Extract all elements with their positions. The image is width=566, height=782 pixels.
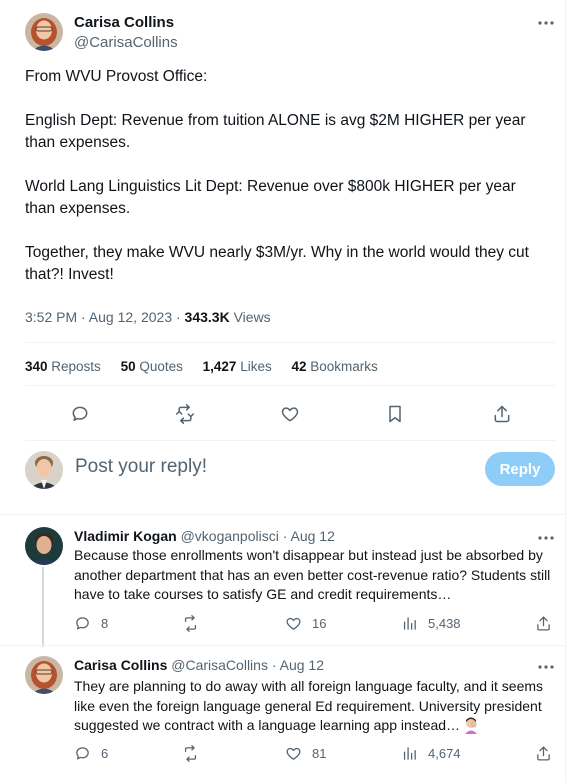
like-icon[interactable] <box>276 400 304 428</box>
reply-share-action[interactable] <box>535 615 552 632</box>
author-handle[interactable]: @CarisaCollins <box>74 34 178 51</box>
tweet-action-bar <box>25 400 550 428</box>
tweet-text: From WVU Provost Office: English Dept: R… <box>25 66 545 286</box>
reply-author[interactable]: Vladimir Kogan @vkoganpolisci · Aug 12 <box>74 528 335 544</box>
reply-comment-action[interactable]: 8 <box>74 615 108 632</box>
person-facepalming-icon <box>465 717 478 734</box>
reply-avatar[interactable] <box>25 656 63 694</box>
reply-text: Because those enrollments won't disappea… <box>74 547 551 602</box>
bookmark-icon[interactable] <box>381 400 409 428</box>
reply-author-name: Carisa Collins <box>74 657 168 673</box>
views-icon <box>403 747 416 760</box>
reply-input[interactable]: Post your reply! <box>75 456 207 478</box>
reply-text: They are planning to do away with all fo… <box>74 677 556 736</box>
tweet-meta: 3:52 PM · Aug 12, 2023 · 343.3K Views <box>25 309 271 325</box>
reply-icon[interactable] <box>66 400 94 428</box>
reply-action-bar: 6 81 4,674 <box>74 745 554 763</box>
tweet-paragraph: From WVU Provost Office: <box>25 68 208 85</box>
reply-author[interactable]: Carisa Collins @CarisaCollins · Aug 12 <box>74 657 324 673</box>
share-icon[interactable] <box>488 400 516 428</box>
reply-button[interactable]: Reply <box>485 452 555 486</box>
reply-like-action[interactable]: 81 <box>285 745 326 762</box>
quotes-stat[interactable]: 50 Quotes <box>121 359 183 374</box>
more-horizontal-icon[interactable] <box>536 13 556 33</box>
bookmarks-stat[interactable]: 42 Bookmarks <box>292 359 378 374</box>
reply-avatar[interactable] <box>25 527 63 565</box>
like-icon <box>286 747 301 760</box>
reply-like-action[interactable]: 16 <box>285 615 326 632</box>
views-label: Views <box>229 309 271 325</box>
tweet-thread-page: Carisa Collins @CarisaCollins From WVU P… <box>0 0 566 782</box>
author-name[interactable]: Carisa Collins <box>74 14 174 31</box>
tweet-paragraph: World Lang Linguistics Lit Dept: Revenue… <box>25 178 516 217</box>
divider <box>25 342 556 343</box>
reposts-stat[interactable]: 340 Reposts <box>25 359 101 374</box>
reply-icon <box>76 617 89 630</box>
views-count: 5,438 <box>428 616 461 631</box>
like-count: 81 <box>312 746 327 761</box>
reply-share-action[interactable] <box>535 745 552 762</box>
views-count: 4,674 <box>428 746 461 761</box>
reply-author-name: Vladimir Kogan <box>74 528 177 544</box>
divider <box>25 440 556 441</box>
tweet-paragraph: Together, they make WVU nearly $3M/yr. W… <box>25 244 529 283</box>
reply-repost-action[interactable] <box>182 615 199 632</box>
repost-icon[interactable] <box>171 400 199 428</box>
like-count: 16 <box>312 616 327 631</box>
reply-action-bar: 8 16 5,438 <box>74 615 554 633</box>
reply-handle-date: @vkoganpolisci · Aug 12 <box>176 528 335 544</box>
tweet-timestamp[interactable]: 3:52 PM · Aug 12, 2023 · <box>25 309 185 325</box>
views-icon <box>403 617 416 630</box>
repost-icon <box>184 745 197 762</box>
thread-line <box>42 567 44 647</box>
divider <box>0 645 566 646</box>
reply-views-action[interactable]: 5,438 <box>401 615 461 632</box>
share-icon <box>537 616 550 631</box>
reply-handle-date: @CarisaCollins · Aug 12 <box>167 657 324 673</box>
tweet-paragraph: English Dept: Revenue from tuition ALONE… <box>25 112 526 151</box>
author-avatar[interactable] <box>25 13 63 51</box>
engagement-stats: 340 Reposts 50 Quotes 1,427 Likes 42 Boo… <box>25 359 394 374</box>
reply-icon <box>76 747 89 760</box>
reply-count: 8 <box>101 616 109 631</box>
reply-repost-action[interactable] <box>182 745 199 762</box>
more-horizontal-icon[interactable] <box>536 528 556 548</box>
reply-views-action[interactable]: 4,674 <box>401 745 461 762</box>
divider <box>0 514 566 515</box>
divider <box>25 385 556 386</box>
likes-stat[interactable]: 1,427 Likes <box>203 359 272 374</box>
current-user-avatar <box>25 451 63 489</box>
reply-count: 6 <box>101 746 109 761</box>
repost-icon <box>184 615 197 632</box>
views-count: 343.3K <box>184 309 230 325</box>
more-horizontal-icon[interactable] <box>536 657 556 677</box>
share-icon <box>537 746 550 761</box>
reply-comment-action[interactable]: 6 <box>74 745 108 762</box>
like-icon <box>286 617 301 630</box>
